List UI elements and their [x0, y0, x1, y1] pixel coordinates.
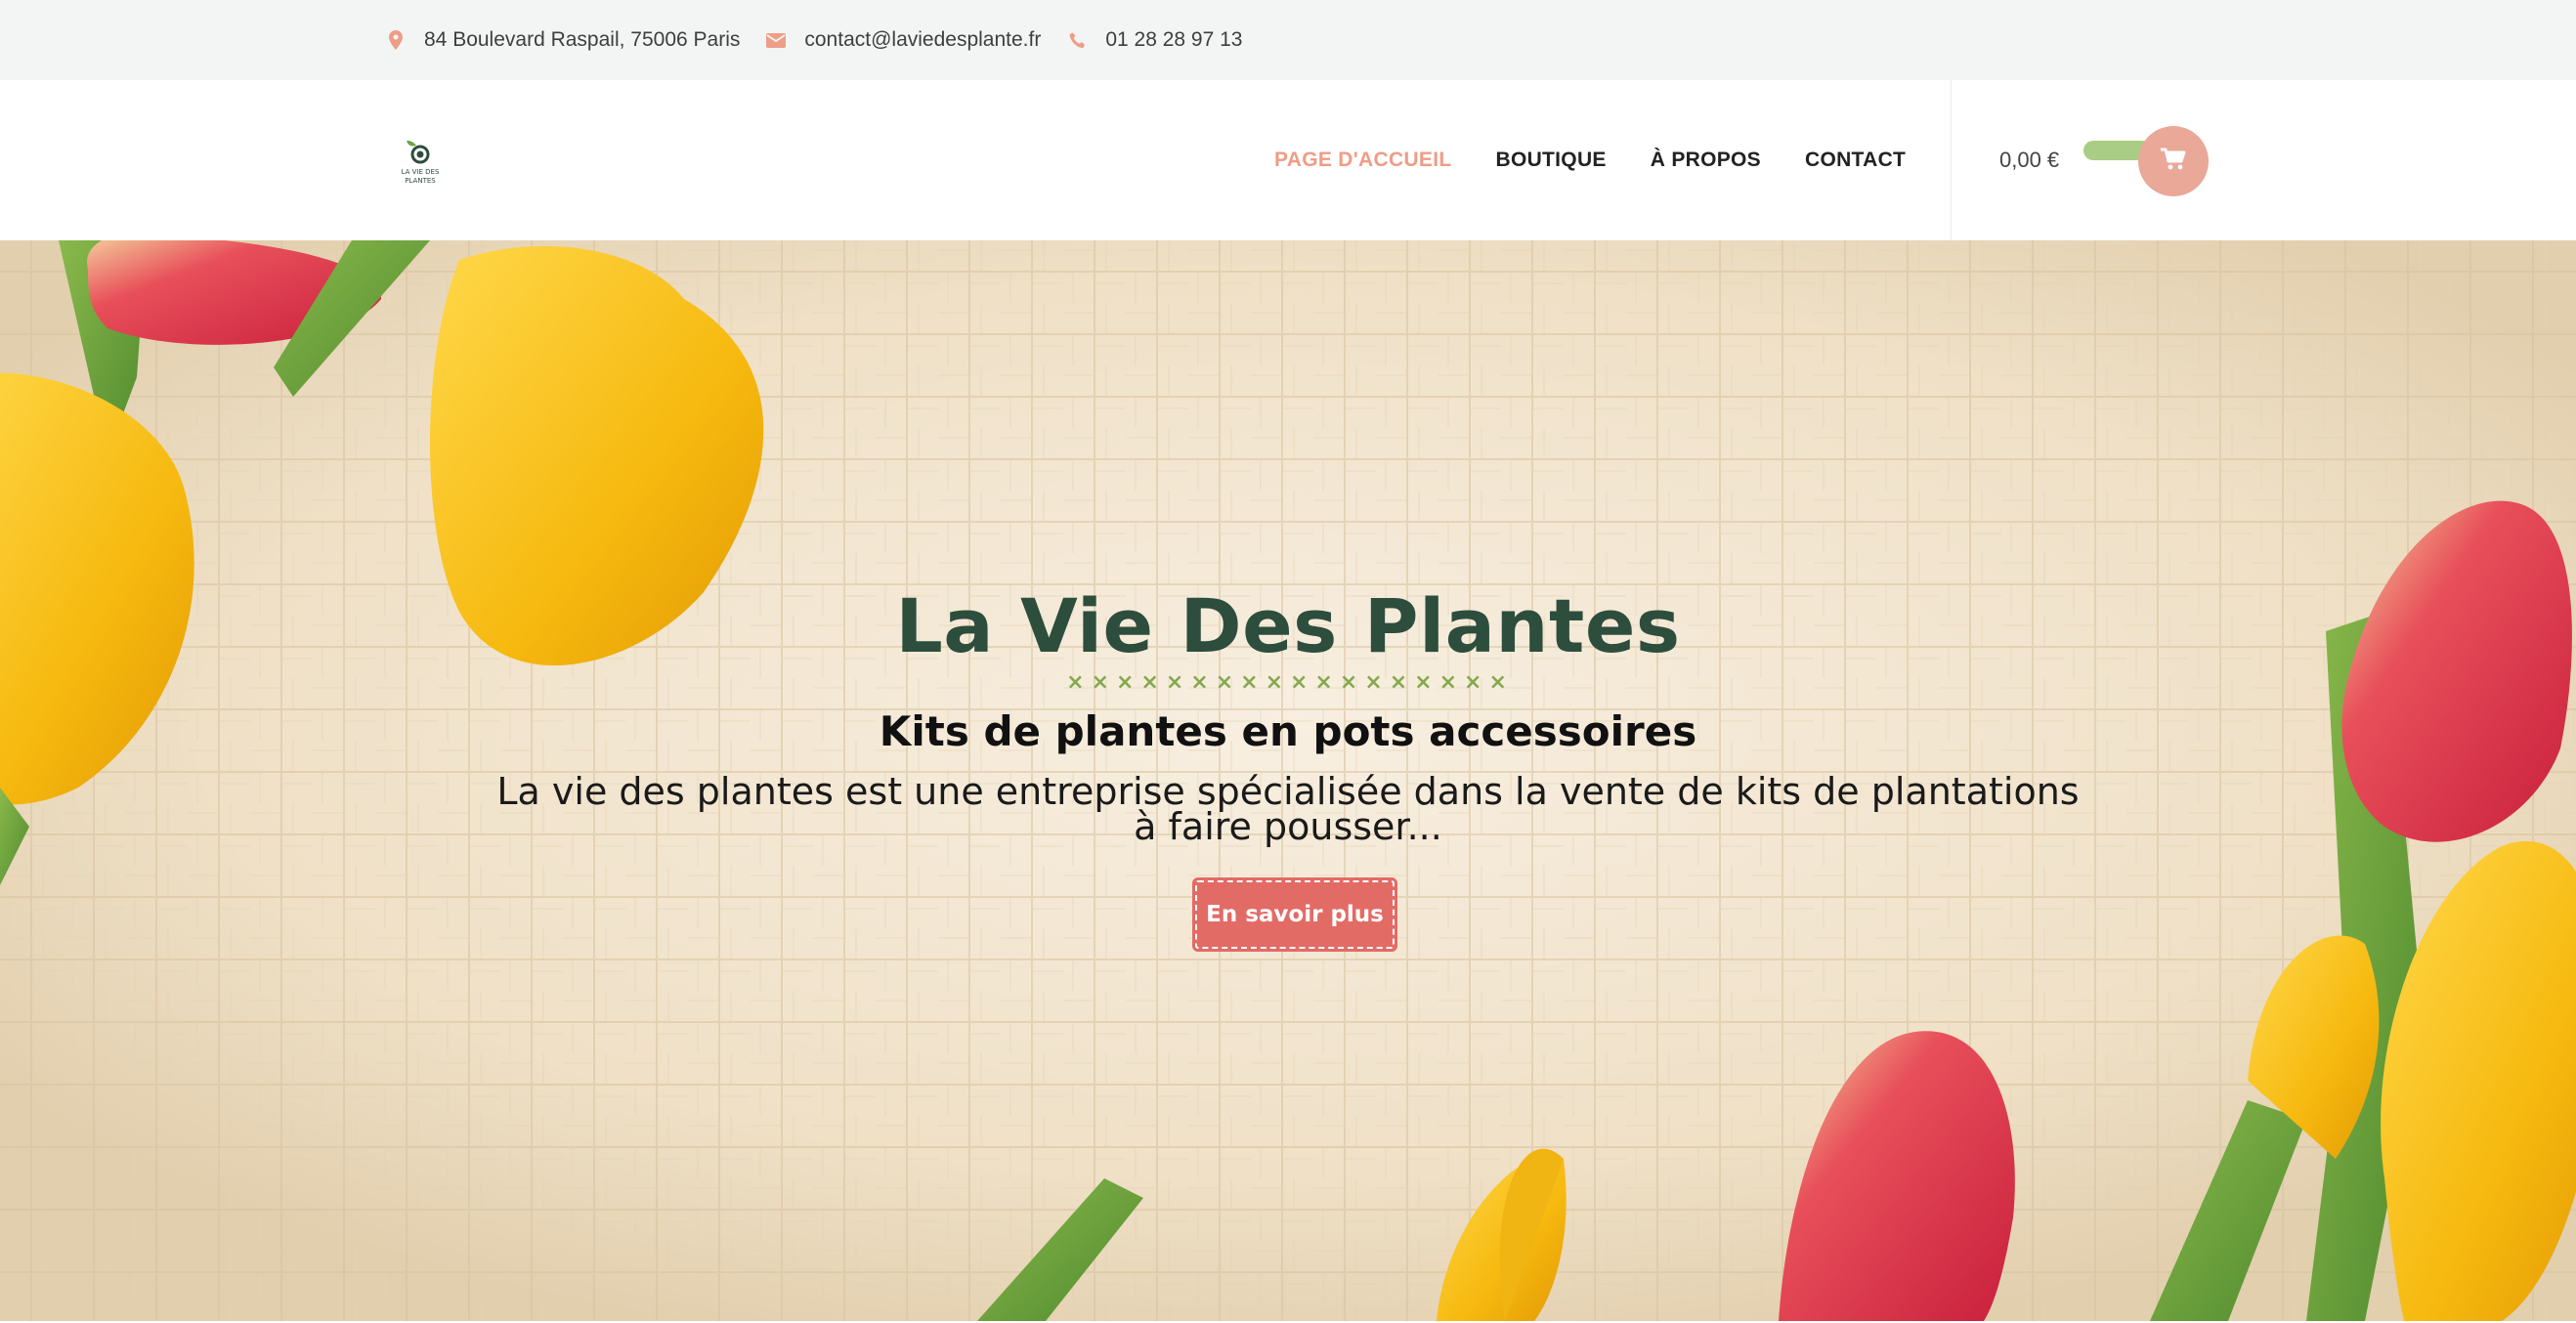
address-item: 84 Boulevard Raspail, 75006 Paris: [385, 28, 740, 52]
svg-text:PLANTES: PLANTES: [405, 177, 436, 185]
envelope-icon: [765, 29, 787, 51]
cart-icon: [2160, 148, 2187, 176]
nav-item-shop[interactable]: BOUTIQUE: [1495, 149, 1606, 172]
top-contact-bar: 84 Boulevard Raspail, 75006 Paris contac…: [0, 0, 2576, 80]
nav-item-about[interactable]: À PROPOS: [1651, 149, 1761, 172]
cart-total[interactable]: 0,00 €: [1999, 80, 2059, 240]
hero-description: La vie des plantes est une entreprise sp…: [496, 770, 2080, 848]
address-text: 84 Boulevard Raspail, 75006 Paris: [424, 28, 741, 51]
nav-item-home[interactable]: PAGE D'ACCUEIL: [1274, 149, 1451, 172]
phone-icon: [1066, 29, 1088, 51]
hero-title: La Vie Des Plantes: [895, 582, 1681, 669]
site-header: LA VIE DES PLANTES PAGE D'ACCUEIL BOUTIQ…: [0, 80, 2576, 240]
email-link[interactable]: contact@laviedesplante.fr: [804, 28, 1041, 52]
phone-link[interactable]: 01 28 28 97 13: [1105, 28, 1242, 52]
main-nav: PAGE D'ACCUEIL BOUTIQUE À PROPOS CONTACT: [1274, 80, 1950, 240]
phone-item[interactable]: 01 28 28 97 13: [1066, 28, 1242, 52]
learn-more-button[interactable]: En savoir plus: [1192, 877, 1397, 952]
svg-text:LA VIE DES: LA VIE DES: [402, 168, 440, 176]
nav-item-contact[interactable]: CONTACT: [1805, 149, 1906, 172]
hero-subtitle: Kits de plantes en pots accessoires: [879, 707, 1697, 755]
header-divider: [1951, 80, 1952, 240]
hero-section: La Vie Des Plantes ×××××××××××××××××× Ki…: [0, 240, 2576, 1321]
cart-button[interactable]: [2138, 126, 2209, 196]
hero-divider: ××××××××××××××××××: [1066, 670, 1514, 695]
map-pin-icon: [385, 29, 407, 51]
email-item[interactable]: contact@laviedesplante.fr: [765, 28, 1041, 52]
site-logo[interactable]: LA VIE DES PLANTES: [395, 135, 446, 186]
